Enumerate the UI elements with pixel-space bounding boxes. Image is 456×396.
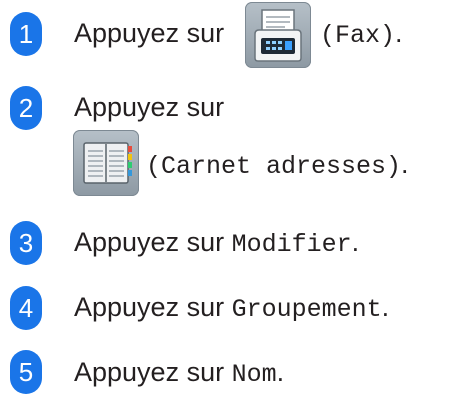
- step-prefix: Appuyez sur: [74, 18, 225, 48]
- address-book-icon: [73, 130, 139, 196]
- button-label: Nom: [231, 360, 277, 389]
- step-prefix: Appuyez sur: [74, 92, 225, 122]
- step-number-badge: 1: [10, 12, 42, 56]
- step-target: (Carnet adresses).: [146, 144, 409, 187]
- step-text: Appuyez sur Nom.: [74, 352, 284, 395]
- step-target: (Fax).: [320, 13, 403, 56]
- button-label: Groupement: [231, 295, 382, 324]
- button-label: (Fax): [320, 21, 396, 50]
- step-text: Appuyez sur Modifier.: [74, 222, 359, 265]
- step-suffix: .: [381, 292, 390, 322]
- button-label: (Carnet adresses): [146, 152, 402, 181]
- step-number-badge: 4: [10, 286, 42, 330]
- step-number-badge: 2: [10, 86, 42, 130]
- button-label: Modifier: [231, 230, 352, 259]
- step-text: Appuyez sur Groupement.: [74, 287, 389, 330]
- step-number-badge: 3: [10, 221, 42, 265]
- step-text: Appuyez sur: [74, 87, 224, 127]
- step-prefix: Appuyez sur: [74, 357, 225, 387]
- fax-icon: [245, 2, 311, 68]
- step-suffix: .: [395, 18, 403, 48]
- step-number-badge: 5: [10, 350, 42, 394]
- step-suffix: .: [351, 227, 360, 257]
- step-prefix: Appuyez sur: [74, 227, 225, 257]
- step-suffix: .: [401, 149, 409, 179]
- step-prefix: Appuyez sur: [74, 292, 225, 322]
- step-text: Appuyez sur: [74, 13, 224, 53]
- step-suffix: .: [276, 357, 285, 387]
